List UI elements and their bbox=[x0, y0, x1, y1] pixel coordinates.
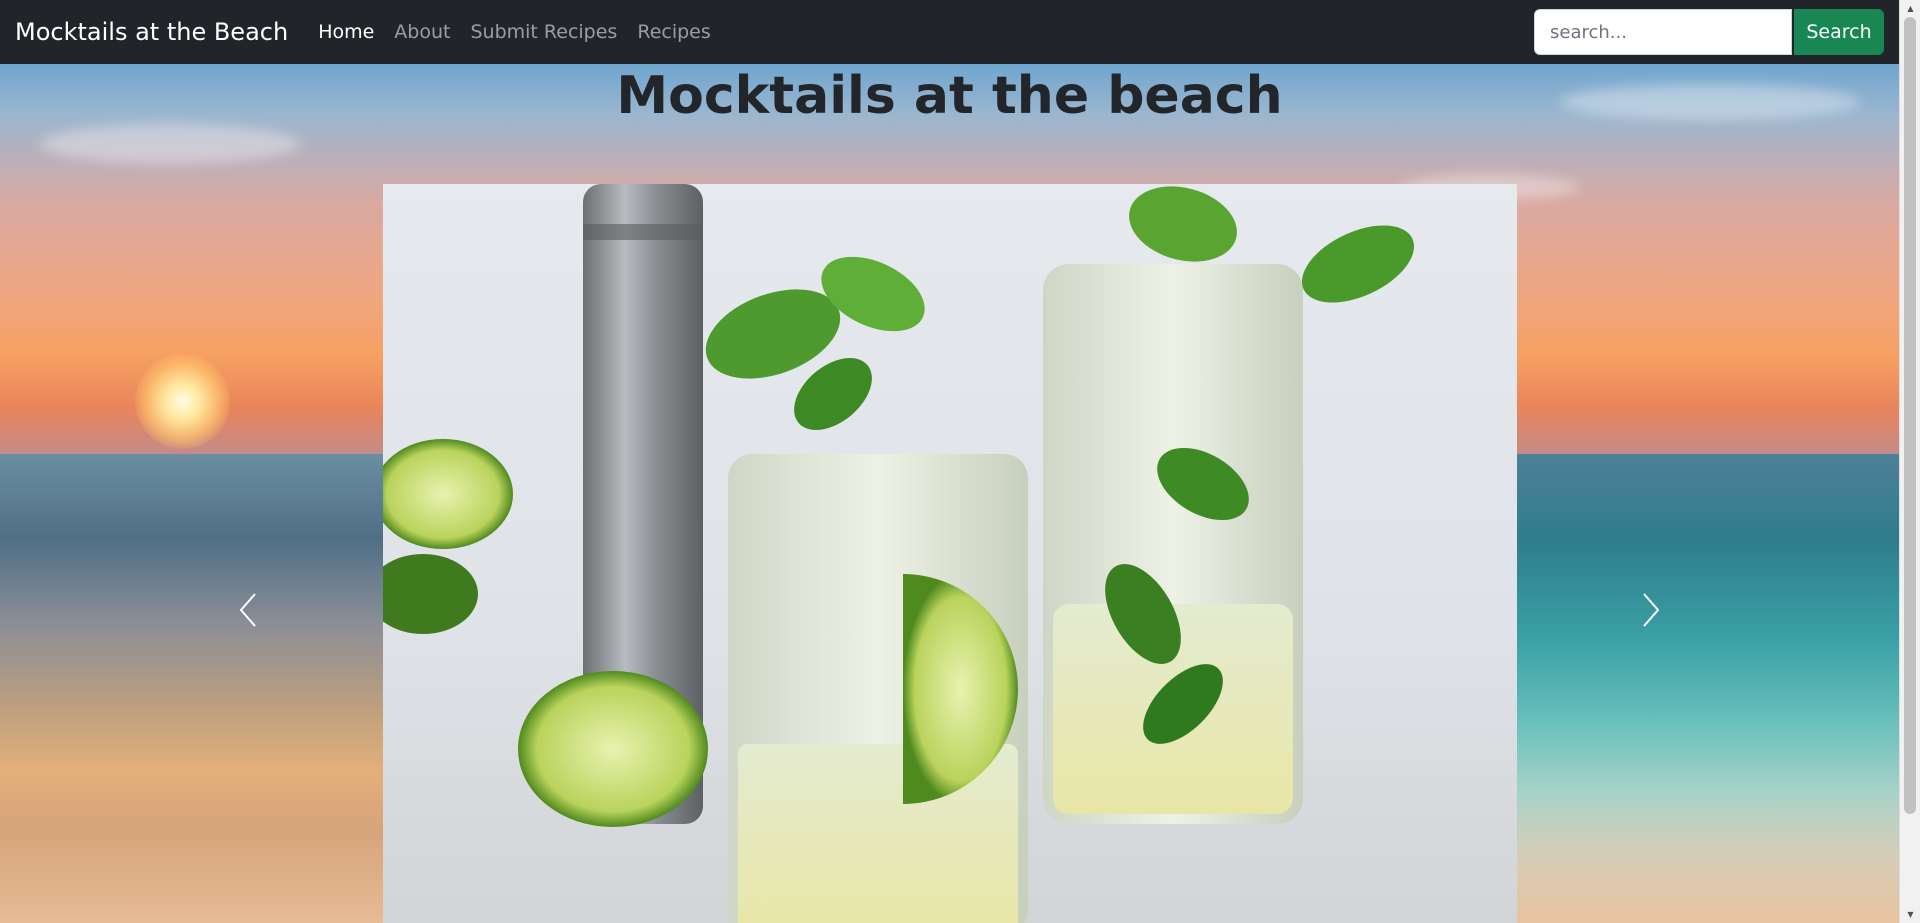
page-title: Mocktails at the beach bbox=[616, 66, 1283, 126]
nav-link-submit-recipes[interactable]: Submit Recipes bbox=[470, 21, 617, 43]
nav-links: Home About Submit Recipes Recipes bbox=[318, 21, 731, 43]
carousel-prev-button[interactable] bbox=[228, 590, 268, 630]
nav-link-about[interactable]: About bbox=[394, 21, 450, 43]
sea-left-graphic bbox=[0, 454, 383, 923]
carousel-next-button[interactable] bbox=[1631, 590, 1671, 630]
page-scrollbar[interactable]: ▲ ▼ bbox=[1899, 0, 1920, 923]
search-form: Search bbox=[1534, 9, 1884, 55]
scroll-up-arrow-icon[interactable]: ▲ bbox=[1900, 0, 1920, 17]
carousel-slide-image bbox=[383, 184, 1517, 923]
search-button[interactable]: Search bbox=[1794, 9, 1884, 55]
chevron-left-icon bbox=[239, 593, 256, 627]
nav-link-recipes[interactable]: Recipes bbox=[637, 21, 710, 43]
scroll-down-arrow-icon[interactable]: ▼ bbox=[1900, 906, 1920, 923]
sun-graphic bbox=[135, 354, 230, 449]
sea-right-graphic bbox=[1516, 454, 1899, 923]
top-navbar: Mocktails at the Beach Home About Submit… bbox=[0, 0, 1899, 64]
brand-link[interactable]: Mocktails at the Beach bbox=[15, 18, 288, 46]
nav-link-home[interactable]: Home bbox=[318, 21, 374, 43]
search-input[interactable] bbox=[1534, 9, 1792, 55]
scroll-thumb[interactable] bbox=[1904, 17, 1916, 814]
chevron-right-icon bbox=[1643, 593, 1660, 627]
